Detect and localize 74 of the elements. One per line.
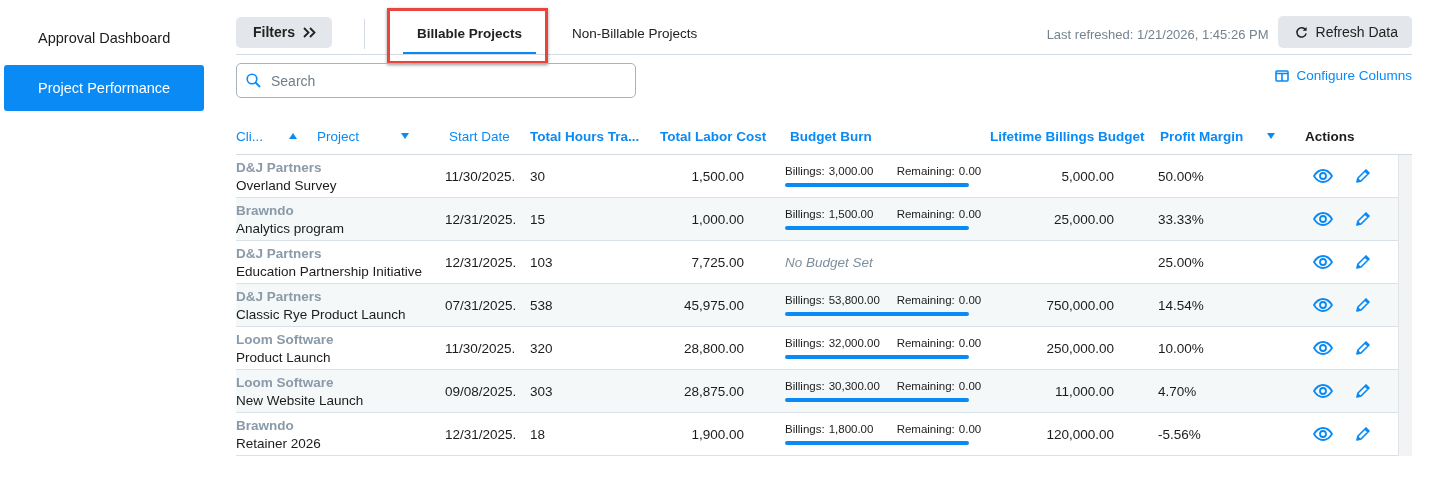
table-cell: 120,000.00 xyxy=(1046,426,1114,442)
project-name: Overland Survey xyxy=(236,177,337,193)
billings-label: Billings: xyxy=(785,294,825,306)
table-cell: 14.54% xyxy=(1158,297,1204,313)
table-cell: 25,000.00 xyxy=(1053,211,1114,227)
table-cell: 28,875.00 xyxy=(683,383,744,399)
project-name: Product Launch xyxy=(236,349,331,365)
last-refreshed-text: Last refreshed: 1/21/2026, 1:45:26 PM xyxy=(1046,26,1269,42)
remaining-value: 0.00 xyxy=(958,165,982,177)
table-cell: 103 xyxy=(530,254,553,270)
table-cell: 1,000.00 xyxy=(691,211,744,227)
remaining-value: 0.00 xyxy=(958,337,982,349)
billings-label: Billings: xyxy=(785,423,825,435)
table-cell: 11/30/2025. xyxy=(445,340,516,356)
billings-value: 1,800.00 xyxy=(828,423,875,435)
client-name: D&J Partners xyxy=(236,245,322,261)
table-cell: 250,000.00 xyxy=(1046,340,1114,356)
billings-value: 32,000.00 xyxy=(828,337,881,349)
table-cell: 45,975.00 xyxy=(683,297,744,313)
client-name: D&J Partners xyxy=(236,288,322,304)
table-cell: 4.70% xyxy=(1158,383,1197,399)
table-cell: 33.33% xyxy=(1158,211,1204,227)
remaining-value: 0.00 xyxy=(958,294,982,306)
table-cell: 07/31/2025. xyxy=(445,297,517,313)
billings-label: Billings: xyxy=(785,380,825,392)
remaining-label: Remaining: xyxy=(896,380,955,392)
table-cell: 30 xyxy=(530,168,546,184)
billings-value: 30,300.00 xyxy=(828,380,881,392)
project-name: Retainer 2026 xyxy=(236,435,321,451)
table-cell: 09/08/2025. xyxy=(445,383,517,399)
client-name: Brawndo xyxy=(236,202,294,218)
billings-value: 1,500.00 xyxy=(828,208,875,220)
project-name: New Website Launch xyxy=(236,392,364,408)
table-cell: 12/31/2025. xyxy=(445,254,517,270)
remaining-value: 0.00 xyxy=(958,208,982,220)
table-cell: 25.00% xyxy=(1158,254,1204,270)
table-cell: 12/31/2025. xyxy=(445,426,517,442)
remaining-label: Remaining: xyxy=(896,337,955,349)
billings-label: Billings: xyxy=(785,165,825,177)
table-cell: 303 xyxy=(530,383,553,399)
project-name: Classic Rye Product Launch xyxy=(236,306,406,322)
table-cell: 12/31/2025. xyxy=(445,211,517,227)
client-name: Brawndo xyxy=(236,417,294,433)
table-cell: 11/30/2025. xyxy=(445,168,516,184)
client-name: Loom Software xyxy=(236,331,334,347)
table-cell: 18 xyxy=(530,426,546,442)
remaining-value: 0.00 xyxy=(958,380,982,392)
remaining-label: Remaining: xyxy=(896,208,955,220)
table-cell: 50.00% xyxy=(1158,168,1204,184)
billings-label: Billings: xyxy=(785,208,825,220)
no-budget-text: No Budget Set xyxy=(785,254,873,270)
table-cell: 538 xyxy=(530,297,553,313)
remaining-label: Remaining: xyxy=(896,294,955,306)
remaining-label: Remaining: xyxy=(896,165,955,177)
table-cell: 5,000.00 xyxy=(1061,168,1114,184)
table-cell: 320 xyxy=(530,340,553,356)
billings-value: 3,000.00 xyxy=(828,165,875,177)
billings-label: Billings: xyxy=(785,337,825,349)
table-cell: 750,000.00 xyxy=(1046,297,1114,313)
remaining-label: Remaining: xyxy=(896,423,955,435)
billings-value: 53,800.00 xyxy=(828,294,881,306)
project-name: Education Partnership Initiative xyxy=(236,263,423,279)
remaining-value: 0.00 xyxy=(958,423,982,435)
table-cell: 15 xyxy=(530,211,546,227)
table-cell: -5.56% xyxy=(1158,426,1201,442)
table-cell: 7,725.00 xyxy=(691,254,744,270)
table-cell: 1,500.00 xyxy=(691,168,744,184)
table-cell: 28,800.00 xyxy=(683,340,744,356)
client-name: D&J Partners xyxy=(236,159,322,175)
client-name: Loom Software xyxy=(236,374,334,390)
table-cell: 11,000.00 xyxy=(1054,383,1114,399)
table-cell: 10.00% xyxy=(1158,340,1204,356)
project-name: Analytics program xyxy=(236,220,345,236)
table-cell: 1,900.00 xyxy=(691,426,744,442)
